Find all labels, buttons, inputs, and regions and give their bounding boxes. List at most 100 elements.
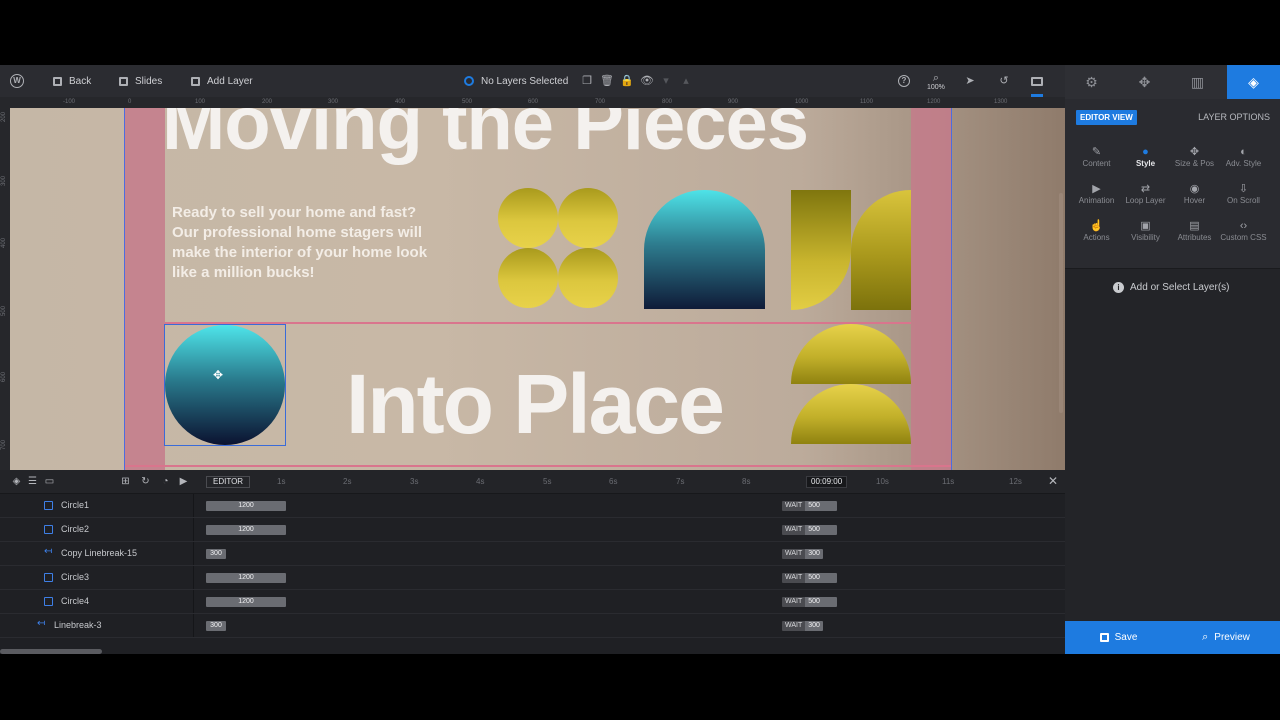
yellow-leaf-right[interactable]	[851, 190, 911, 310]
wait-marker[interactable]: WAIT 300	[782, 621, 824, 631]
preview-button[interactable]: ⌕ Preview	[1172, 621, 1280, 654]
intro-paragraph[interactable]: Ready to sell your home and fast? Our pr…	[172, 203, 442, 283]
info-icon: i	[1113, 282, 1124, 293]
back-icon	[53, 76, 62, 86]
panel-divider	[1065, 268, 1280, 269]
yellow-leaf-left[interactable]	[791, 190, 851, 310]
canvas-guide-right	[951, 108, 952, 470]
option-loop-layer[interactable]: ⇄ Loop Layer	[1120, 182, 1171, 214]
option-content[interactable]: ✎ Content	[1071, 145, 1122, 177]
left-pink-strip[interactable]	[125, 108, 165, 470]
option-adv-style[interactable]: ◐ Adv. Style	[1218, 145, 1269, 177]
editor-view-button[interactable]: EDITOR VIEW	[1076, 110, 1137, 125]
help-icon: ?	[898, 75, 910, 87]
option-custom-css[interactable]: ‹› Custom CSS	[1218, 219, 1269, 251]
wait-marker[interactable]: WAIT 500	[782, 573, 838, 583]
save-button[interactable]: Save	[1065, 621, 1172, 654]
animation-bar[interactable]: 1200	[206, 573, 286, 583]
add-or-select-layers[interactable]: i Add or Select Layer(s)	[1113, 282, 1230, 293]
pointer-mode-button[interactable]: ➤	[964, 65, 976, 97]
option-attributes[interactable]: ▤ Attributes	[1169, 219, 1220, 251]
option-label: Animation	[1078, 196, 1115, 205]
move-down-button[interactable]: ▾	[660, 65, 672, 97]
gradient-arch-shape[interactable]	[644, 190, 765, 309]
add-layer-button[interactable]: Add Layer	[191, 65, 253, 97]
ruler-tick: 100	[195, 99, 206, 105]
wordpress-button[interactable]: W	[10, 65, 24, 97]
ruler-tick: 700	[1, 439, 7, 450]
toggle-visibility-button[interactable]: 👁	[640, 65, 654, 97]
animation-bar[interactable]: 1200	[206, 501, 286, 511]
wait-value: 300	[805, 621, 824, 631]
timeline-row[interactable]: Circle2 1200 WAIT 500	[0, 518, 1065, 542]
help-button[interactable]: ?	[898, 65, 910, 97]
timer-icon[interactable]: ◔	[160, 476, 171, 487]
wait-marker[interactable]: WAIT 500	[782, 597, 838, 607]
slides-button[interactable]: Slides	[119, 65, 162, 97]
option-style[interactable]: ● Style	[1120, 145, 1171, 177]
ruler-tick: 900	[728, 99, 739, 105]
wait-label: WAIT	[782, 597, 806, 607]
lock-layer-button[interactable]: 🔒	[620, 65, 634, 97]
ruler-tick: 0	[128, 99, 132, 105]
slide-canvas[interactable]: Moving the Pieces Ready to sell your hom…	[10, 108, 1065, 470]
option-hover[interactable]: ◉ Hover	[1169, 182, 1220, 214]
headline-into-place[interactable]: Into Place	[346, 356, 725, 453]
back-button[interactable]: Back	[53, 65, 91, 97]
headline-moving-the-pieces[interactable]: Moving the Pieces	[162, 108, 809, 167]
move-up-button[interactable]: ▴	[680, 65, 692, 97]
right-pink-strip[interactable]	[911, 108, 951, 470]
yellow-circle-4[interactable]	[558, 248, 618, 308]
animation-bar[interactable]: 1200	[206, 597, 286, 607]
animation-bar[interactable]: 300	[206, 621, 226, 631]
horizontal-ruler: -100 0 100 200 300 400 500 600 700 800 9…	[0, 97, 1065, 108]
timeline-row[interactable]: Circle4 1200 WAIT 500	[0, 590, 1065, 614]
redo-icon[interactable]: ↻	[140, 476, 151, 487]
option-on-scroll[interactable]: ⇩ On Scroll	[1218, 182, 1269, 214]
desktop-icon	[1031, 76, 1043, 86]
option-label: Content	[1082, 159, 1111, 168]
search-icon: ⌕	[1202, 631, 1209, 643]
timeline-row[interactable]: Circle3 1200 WAIT 500	[0, 566, 1065, 590]
wait-marker[interactable]: WAIT 500	[782, 525, 838, 535]
yellow-half-circle-bottom[interactable]	[791, 384, 911, 444]
timeline-row[interactable]: ↤ Copy Linebreak-15 300 WAIT 300	[0, 542, 1065, 566]
duplicate-layer-button[interactable]: ❐	[581, 65, 593, 97]
timeline-scrollbar[interactable]	[0, 649, 102, 654]
wait-marker[interactable]: WAIT 300	[782, 549, 824, 559]
timeline-row[interactable]: Circle1 1200 WAIT 500	[0, 494, 1065, 518]
animation-bar[interactable]: 1200	[206, 525, 286, 535]
delete-layer-button[interactable]: 🗑	[600, 65, 614, 97]
desktop-view-button[interactable]	[1031, 65, 1043, 97]
play-icon[interactable]: ▶	[178, 476, 189, 487]
tab-navigation[interactable]: ✥	[1118, 65, 1171, 99]
option-visibility[interactable]: ▣ Visibility	[1120, 219, 1171, 251]
canvas-scrollbar[interactable]	[1059, 193, 1063, 413]
undo-button[interactable]: ↺	[998, 65, 1010, 97]
current-time-marker[interactable]: 00:09:00	[806, 476, 848, 488]
option-actions[interactable]: ☝ Actions	[1071, 219, 1122, 251]
tab-settings[interactable]: ⚙	[1065, 65, 1118, 99]
scroll-icon: ⇩	[1238, 183, 1249, 195]
grid-icon[interactable]: ⊞	[120, 476, 131, 487]
timeline-row[interactable]: ↤ Linebreak-3 300 WAIT 300	[0, 614, 1065, 638]
yellow-circle-3[interactable]	[498, 248, 558, 308]
wait-marker[interactable]: WAIT 500	[782, 501, 838, 511]
tab-slides[interactable]: ▥	[1171, 65, 1224, 99]
selection-box[interactable]	[164, 324, 286, 446]
list-icon[interactable]: ☰	[27, 476, 38, 487]
close-icon[interactable]: ✕	[1047, 475, 1059, 487]
yellow-half-circle-top[interactable]	[791, 324, 911, 384]
time-tick: 2s	[343, 477, 352, 486]
editor-tag[interactable]: EDITOR	[206, 476, 251, 488]
layers-stack-icon[interactable]: ◈	[11, 476, 22, 487]
animation-bar[interactable]: 300	[206, 549, 226, 559]
option-animation[interactable]: ▶ Animation	[1071, 182, 1122, 214]
folder-icon[interactable]: ▭	[44, 476, 55, 487]
tab-layers[interactable]: ◈	[1227, 65, 1280, 99]
yellow-circle-1[interactable]	[498, 188, 558, 248]
yellow-circle-2[interactable]	[558, 188, 618, 248]
layer-selection-status[interactable]: No Layers Selected	[464, 65, 568, 97]
option-size-pos[interactable]: ✥ Size & Pos	[1169, 145, 1220, 177]
zoom-button[interactable]: ⌕ 100%	[927, 65, 945, 97]
